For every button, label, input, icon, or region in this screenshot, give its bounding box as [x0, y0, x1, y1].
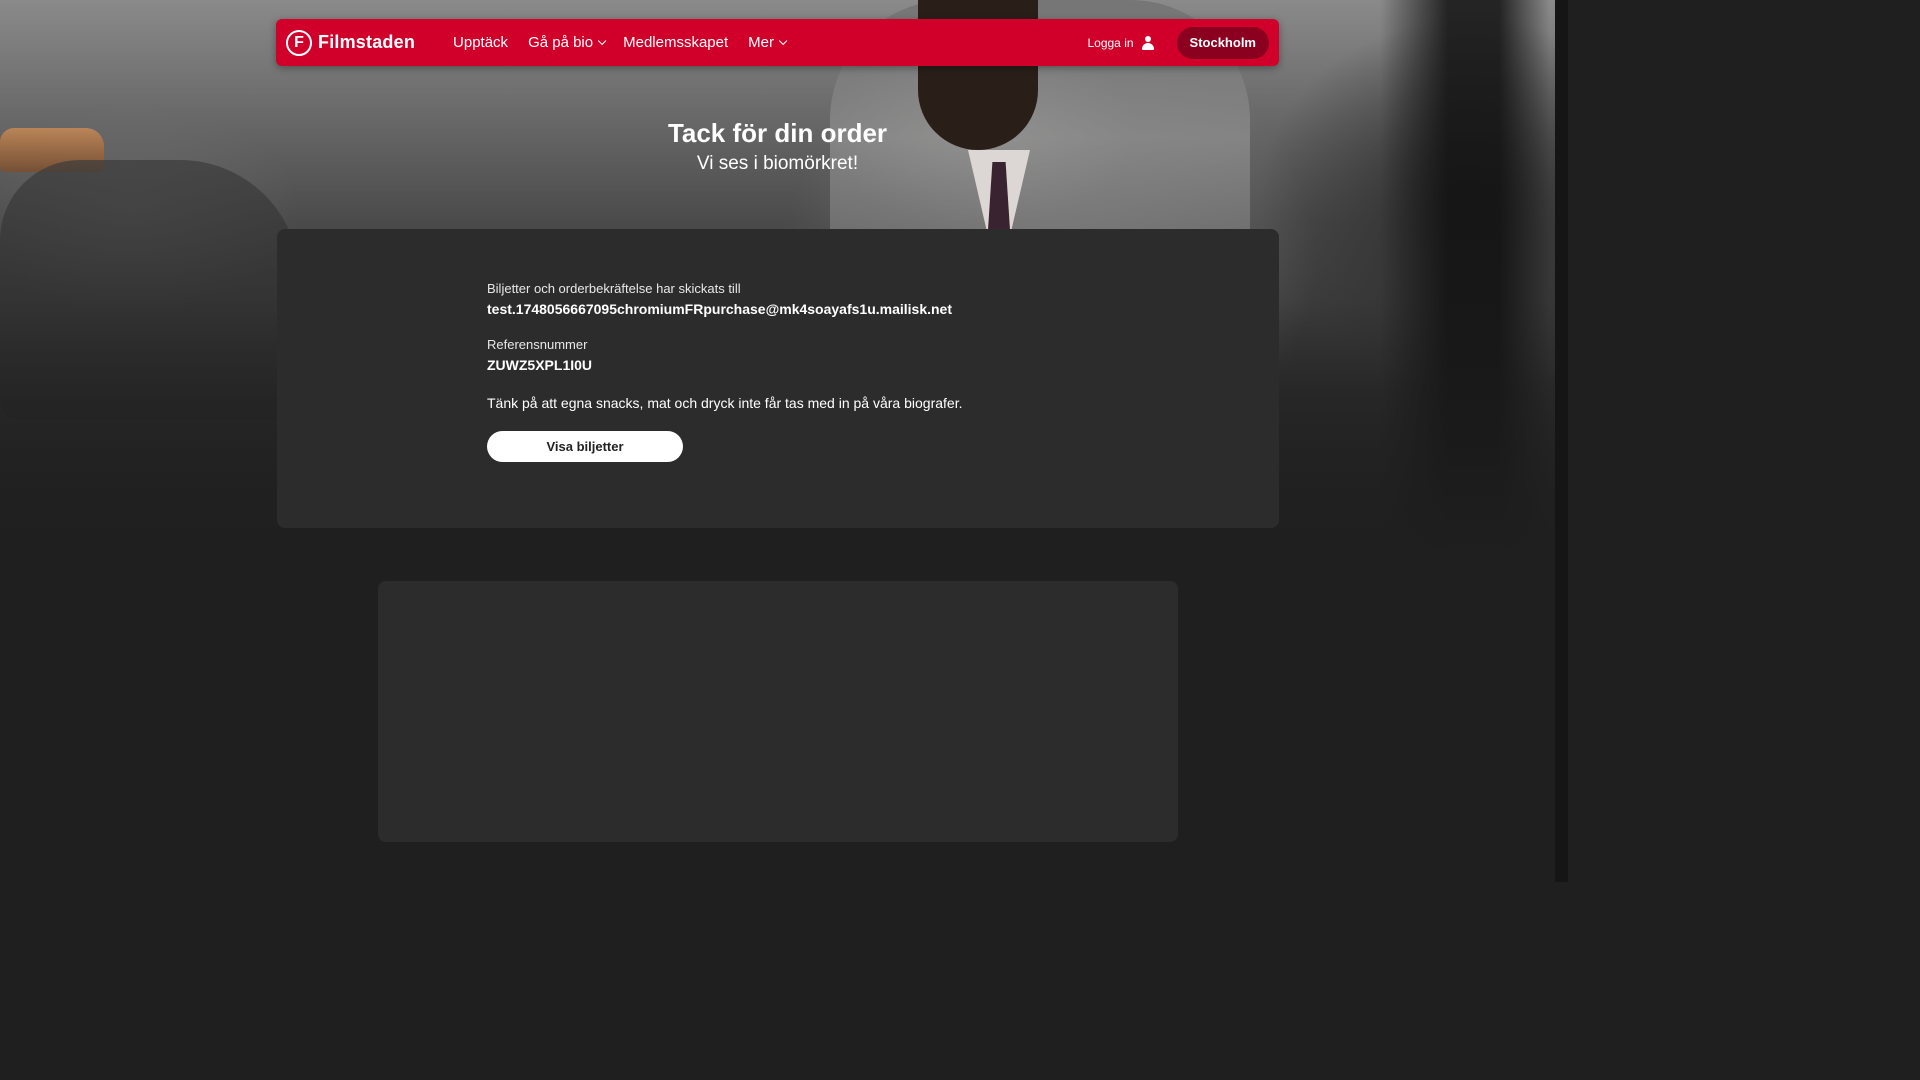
nav-link-ga-pa-bio[interactable]: Gå på bio [528, 34, 607, 51]
show-tickets-button[interactable]: Visa biljetter [487, 431, 683, 462]
logo-link[interactable]: F Filmstaden [286, 29, 416, 56]
page-title: Tack för din order [667, 118, 888, 148]
scrollbar-track[interactable] [1555, 0, 1568, 882]
nav-link-mer[interactable]: Mer [748, 34, 788, 51]
filmstaden-logo-icon: F [286, 29, 312, 56]
nav-link-label: Gå på bio [528, 34, 594, 51]
nav-link-upptack[interactable]: Upptäck [453, 34, 508, 51]
nav-right: Logga in Stockholm [1087, 26, 1279, 59]
chevron-down-icon [597, 36, 607, 45]
empty-content-panel [378, 581, 1178, 842]
nav-link-label: Mer [748, 34, 774, 51]
brand-name: Filmstaden [318, 32, 416, 52]
email-address: test.1748056667095chromiumFRpurchase@mk4… [487, 301, 953, 317]
snacks-notice: Tänk på att egna snacks, mat och dryck i… [487, 395, 963, 411]
login-label: Logga in [1087, 35, 1134, 50]
sent-to-label: Biljetter och orderbekräftelse har skick… [487, 281, 741, 296]
reference-label: Referensnummer [487, 337, 588, 352]
nav-link-label: Medlemsskapet [623, 34, 729, 51]
order-confirmation-card: Biljetter och orderbekräftelse har skick… [277, 229, 1279, 528]
nav-links: Upptäck Gå på bio Medlemsskapet Mer [453, 34, 804, 51]
top-navbar: F Filmstaden Upptäck Gå på bio Medlemssk… [276, 19, 1279, 66]
order-confirmation-content: Biljetter och orderbekräftelse har skick… [487, 281, 1047, 462]
email-group: Biljetter och orderbekräftelse har skick… [487, 281, 1047, 317]
login-link[interactable]: Logga in [1087, 35, 1155, 50]
nav-link-label: Upptäck [453, 34, 509, 51]
chevron-down-icon [778, 36, 788, 45]
nav-link-medlemsskapet[interactable]: Medlemsskapet [623, 34, 728, 51]
reference-group: Referensnummer ZUWZ5XPL1I0U [487, 337, 1047, 373]
city-selector-button[interactable]: Stockholm [1176, 26, 1269, 59]
page-subtitle: Vi ses i biomörkret! [696, 153, 859, 174]
reference-number: ZUWZ5XPL1I0U [487, 357, 593, 373]
user-icon [1141, 35, 1155, 50]
page-heading: Tack för din order Vi ses i biomörkret! [0, 118, 1555, 175]
